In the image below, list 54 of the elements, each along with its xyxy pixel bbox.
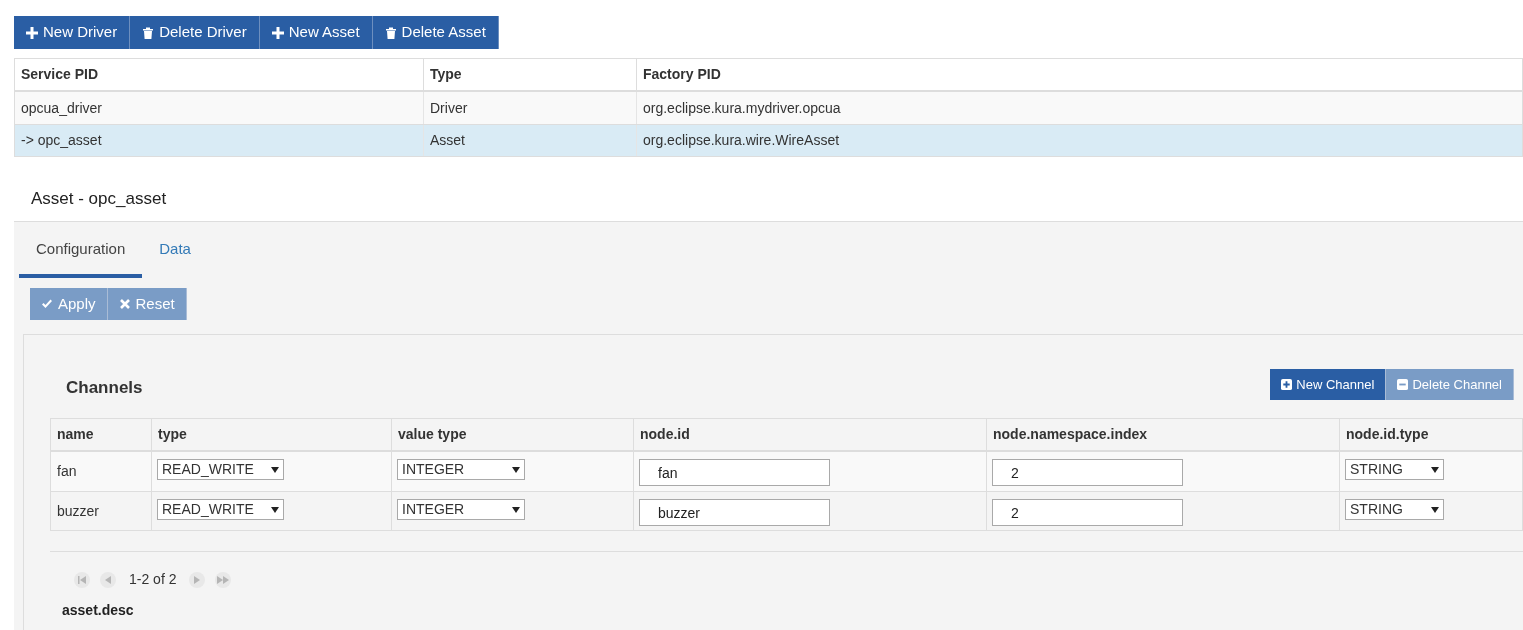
pager-text: 1-2 of 2 (128, 570, 178, 589)
table-cell-text: org.eclipse.kura.mydriver.opcua (643, 98, 841, 118)
input-field[interactable]: 2 (992, 459, 1183, 486)
dropdown[interactable]: INTEGER (397, 499, 525, 520)
caret-icon (271, 506, 279, 513)
column-header: value type (391, 419, 633, 450)
asset-title: Asset - opc_asset (30, 188, 168, 210)
caret-icon (1431, 506, 1439, 513)
table-cell: buzzer (57, 503, 100, 519)
plus-icon (26, 26, 38, 39)
table-cell-text: org.eclipse.kura.wire.WireAsset (643, 131, 840, 150)
dropdown[interactable]: STRING (1345, 459, 1444, 480)
plus-square-icon (1281, 379, 1293, 390)
section-title: Channels (65, 376, 143, 399)
trash-icon (384, 26, 397, 39)
table-row[interactable]: -> opc_asset Asset org.eclipse.kura.wire.WireAsset (15, 124, 1522, 156)
column-header: node.namespace.index (986, 419, 1339, 450)
trash-icon (142, 26, 155, 39)
input-field[interactable]: buzzer (639, 499, 830, 526)
column-header: Service PID (20, 65, 100, 84)
input-field[interactable]: fan (639, 459, 830, 486)
column-header: Factory PID (636, 59, 1522, 90)
check-icon (41, 298, 53, 310)
dropdown[interactable]: STRING (1345, 499, 1444, 520)
table-cell-text: Asset (430, 131, 465, 150)
channel-button[interactable]: New Channel (1270, 369, 1387, 400)
toolbar-button[interactable]: New Driver (14, 16, 131, 49)
toolbar-button[interactable]: New Asset (259, 16, 373, 49)
column-header: Type (423, 59, 636, 90)
toolbar-button[interactable]: Delete Asset (372, 16, 499, 49)
dropdown[interactable]: READ_WRITE (157, 459, 284, 480)
table-cell-text: opcua_driver (21, 98, 102, 118)
plus-icon (271, 26, 284, 39)
table-row[interactable]: opcua_driver Driver org.eclipse.kura.mydriver.opcua (15, 92, 1522, 124)
dropdown[interactable]: INTEGER (397, 459, 525, 480)
table-cell-text: Driver (430, 98, 468, 118)
minus-square-icon (1397, 379, 1409, 390)
caret-icon (512, 466, 520, 473)
column-header: name (56, 425, 95, 444)
column-header: node.id.type (1339, 419, 1522, 450)
tab[interactable]: Configuration (19, 237, 143, 278)
table-cell: fan (57, 463, 77, 479)
column-header: type (151, 419, 391, 450)
caret-icon (512, 506, 520, 513)
close-icon (118, 298, 131, 310)
caret-icon (1431, 466, 1439, 473)
field-label: asset.desc (61, 601, 135, 620)
dropdown[interactable]: READ_WRITE (157, 499, 284, 520)
tab[interactable]: Data (142, 237, 208, 278)
table-cell-text: -> opc_asset (21, 131, 102, 150)
toolbar-button[interactable]: Delete Driver (130, 16, 260, 49)
column-header: node.id (633, 419, 986, 450)
input-field[interactable]: 2 (992, 499, 1183, 526)
caret-icon (271, 466, 279, 473)
